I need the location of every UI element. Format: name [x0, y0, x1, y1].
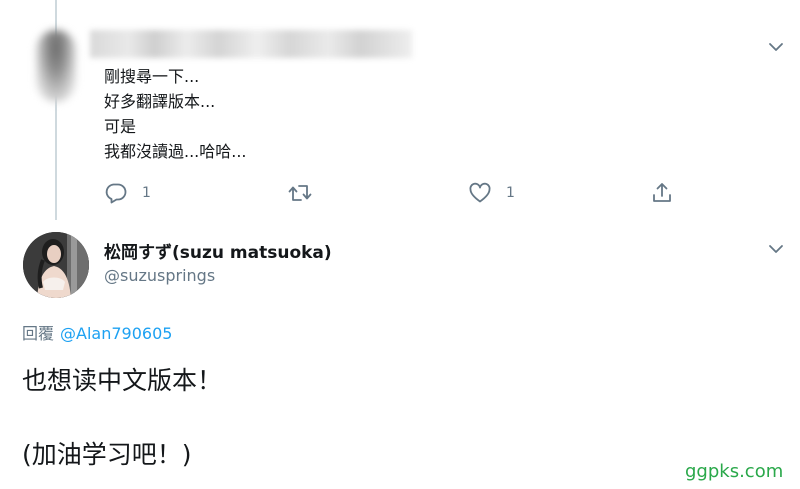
profile-photo [23, 232, 89, 298]
chevron-down-icon[interactable] [768, 41, 784, 53]
tweet-action-bar: 1 1 [0, 180, 800, 206]
reply-text-line: 剛搜尋一下... [104, 67, 200, 86]
share-icon [653, 183, 671, 202]
avatar[interactable] [23, 232, 89, 298]
chevron-down-icon[interactable] [768, 243, 784, 255]
site-watermark: ggpks.com [685, 461, 784, 482]
reply-text-line: 可是 [104, 117, 137, 136]
user-handle[interactable]: @suzusprings [104, 266, 215, 285]
like-icon [469, 182, 491, 203]
mention-link[interactable]: @Alan790605 [60, 324, 172, 343]
reply-text-line: 好多翻譯版本... [104, 92, 216, 111]
reply-button[interactable]: 1 [104, 180, 151, 206]
reply-count: 1 [142, 185, 151, 201]
tweet-text-line: 也想读中文版本！ [22, 366, 223, 395]
reply-text-line: 我都沒讀過...哈哈... [104, 142, 247, 161]
like-button[interactable]: 1 [468, 180, 515, 206]
replying-to: 回覆 @Alan790605 [22, 320, 172, 344]
like-count: 1 [506, 185, 515, 201]
blurred-user-name[interactable] [90, 30, 412, 58]
retweet-icon [288, 185, 312, 201]
reply-tweet-text: 剛搜尋一下... 好多翻譯版本... 可是 我都沒讀過...哈哈... [104, 64, 247, 164]
tweet-text: 也想读中文版本！ (加油学习吧！) [22, 363, 222, 473]
share-button[interactable] [650, 180, 674, 206]
blurred-avatar[interactable] [36, 30, 76, 102]
display-name[interactable]: 松岡すず(suzu matsuoka) [104, 238, 332, 263]
tweet-text-line: (加油学习吧！) [22, 440, 192, 469]
tweet-thread: 剛搜尋一下... 好多翻譯版本... 可是 我都沒讀過...哈哈... 1 1 [0, 0, 800, 489]
retweet-button[interactable] [287, 180, 313, 206]
reply-icon [105, 183, 127, 204]
replying-to-label: 回覆 [22, 324, 55, 343]
